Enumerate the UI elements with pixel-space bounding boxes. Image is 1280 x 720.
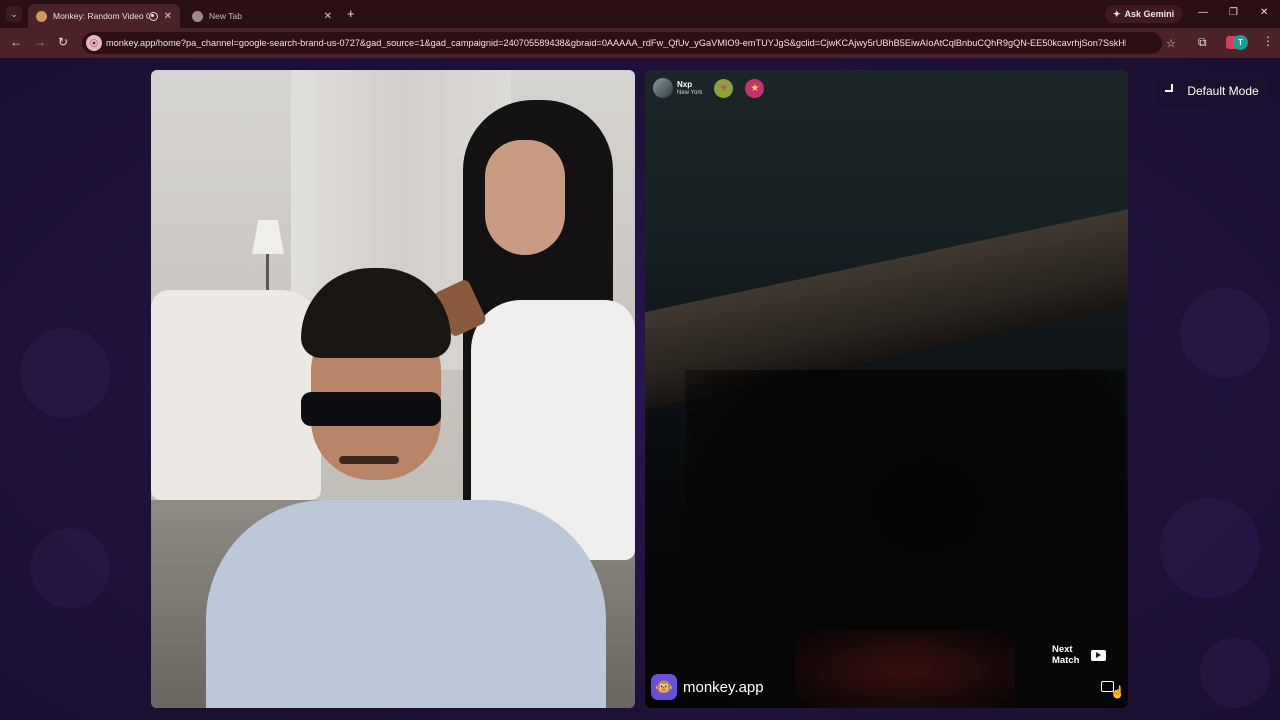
collapse-icon [1165,84,1179,98]
reload-icon[interactable]: ↻ [58,35,68,49]
ask-gemini-button[interactable]: ✦ Ask Gemini [1105,5,1183,23]
next-match-label-line1: Next [1052,644,1073,655]
background-blob [1160,498,1260,598]
back-icon[interactable]: ← [10,35,22,49]
video-person-shirt [206,500,606,708]
close-tab-icon[interactable]: ✕ [164,11,172,22]
remote-user-info: Nxp New York [677,80,702,97]
close-tab-icon[interactable]: ✕ [324,11,332,22]
browser-toolbar: ← → ↻ ⦿ monkey.app/home?pa_channel=googl… [0,28,1280,58]
tab-title: New Tab [209,11,242,21]
url-text[interactable]: monkey.app/home?pa_channel=google-search… [106,38,1126,48]
mode-label: Default Mode [1187,84,1259,98]
star-icon[interactable]: ☆ [1166,37,1176,50]
video-sunglasses [301,392,441,426]
video-sofa [151,290,321,500]
brand-text: monkey.app [683,678,764,696]
remote-video-feed: Nxp New York ♥ ★ Next Match 🐵 monkey.app… [645,70,1128,708]
default-mode-button[interactable]: Default Mode [1157,72,1267,110]
maximize-icon[interactable]: ❐ [1229,7,1238,18]
avatar[interactable] [653,78,673,98]
remote-user-chip[interactable]: Nxp New York ♥ ★ [653,78,765,98]
gift-badge-icon[interactable]: ★ [745,78,765,98]
chrome-favicon-icon [192,10,203,22]
tab-monkey[interactable]: Monkey: Random Video Ch ✕ [28,4,180,28]
ask-gemini-label: Ask Gemini [1124,9,1175,19]
new-tab-button[interactable]: + [347,6,355,21]
video-person-face [485,140,565,255]
background-blob [20,328,110,418]
forward-icon[interactable]: → [34,35,46,49]
address-bar[interactable]: ⦿ monkey.app/home?pa_channel=google-sear… [82,32,1239,54]
background-blob [1200,638,1270,708]
heart-badge-icon[interactable]: ♥ [714,78,734,98]
video-lamp [252,220,284,254]
brand-watermark: 🐵 monkey.app [651,674,764,700]
close-window-icon[interactable]: ✕ [1260,7,1268,18]
tab-new-tab[interactable]: New Tab ✕ [184,4,340,28]
video-red-glow [795,630,1015,708]
site-info-icon[interactable]: ⦿ [86,35,102,51]
browser-tab-strip: ⌄ Monkey: Random Video Ch ✕ New Tab ✕ + … [0,0,1280,28]
tab-title: Monkey: Random Video Ch [53,11,149,21]
minimize-icon[interactable]: — [1198,7,1208,18]
next-match-button[interactable]: Next Match [1052,644,1107,666]
monkey-favicon-icon [36,10,47,22]
local-video-feed [151,70,635,708]
remote-user-location: New York [677,89,703,96]
next-match-label-line2: Match [1052,655,1080,666]
gemini-sparkle-icon: ✦ [1113,8,1121,19]
video-mustache [339,456,399,464]
recording-indicator-icon [148,11,158,21]
remote-user-name: Nxp [677,79,693,89]
menu-icon[interactable]: ⋮ [1262,34,1274,48]
mouse-cursor-icon: ☝ [1110,685,1125,699]
background-blob [1180,288,1270,378]
tab-search-chevron-down-icon[interactable]: ⌄ [6,6,22,22]
extensions-icon[interactable]: ⧉ [1198,35,1207,50]
monkey-page: Nxp New York ♥ ★ Next Match 🐵 monkey.app… [0,58,1280,720]
next-play-icon[interactable] [1091,649,1107,661]
monkey-logo-icon: 🐵 [651,674,677,700]
background-blob [30,528,110,608]
next-match-label: Next Match [1052,644,1079,666]
profile-avatar[interactable]: T [1233,35,1248,50]
